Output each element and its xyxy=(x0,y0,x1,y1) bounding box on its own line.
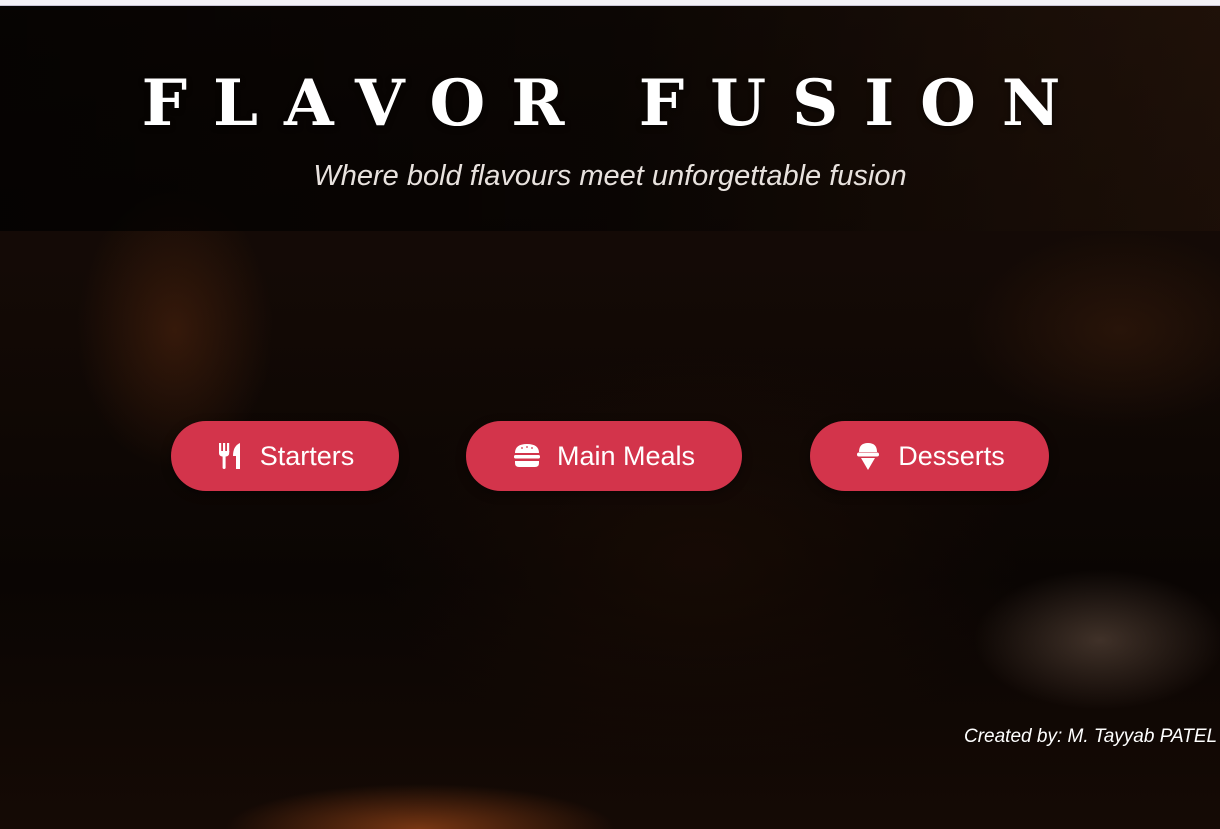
author-credit: Created by: M. Tayyab PATEL xyxy=(964,726,1218,747)
main-meals-button[interactable]: Main Meals xyxy=(466,421,742,491)
main-meals-label: Main Meals xyxy=(556,440,696,471)
starters-button[interactable]: Starters xyxy=(171,421,399,491)
desserts-label: Desserts xyxy=(898,440,1005,471)
utensils-icon xyxy=(216,441,244,471)
burger-icon xyxy=(513,441,541,471)
site-tagline: Where bold flavours meet unforgettable f… xyxy=(313,160,907,192)
header-banner: FLAVOR FUSION Where bold flavours meet u… xyxy=(0,6,1220,231)
desserts-button[interactable]: Desserts xyxy=(810,421,1049,491)
starters-label: Starters xyxy=(259,440,355,471)
ice-cream-icon xyxy=(854,441,882,471)
page-background: FLAVOR FUSION Where bold flavours meet u… xyxy=(0,0,1220,829)
site-title: FLAVOR FUSION xyxy=(141,66,1087,141)
